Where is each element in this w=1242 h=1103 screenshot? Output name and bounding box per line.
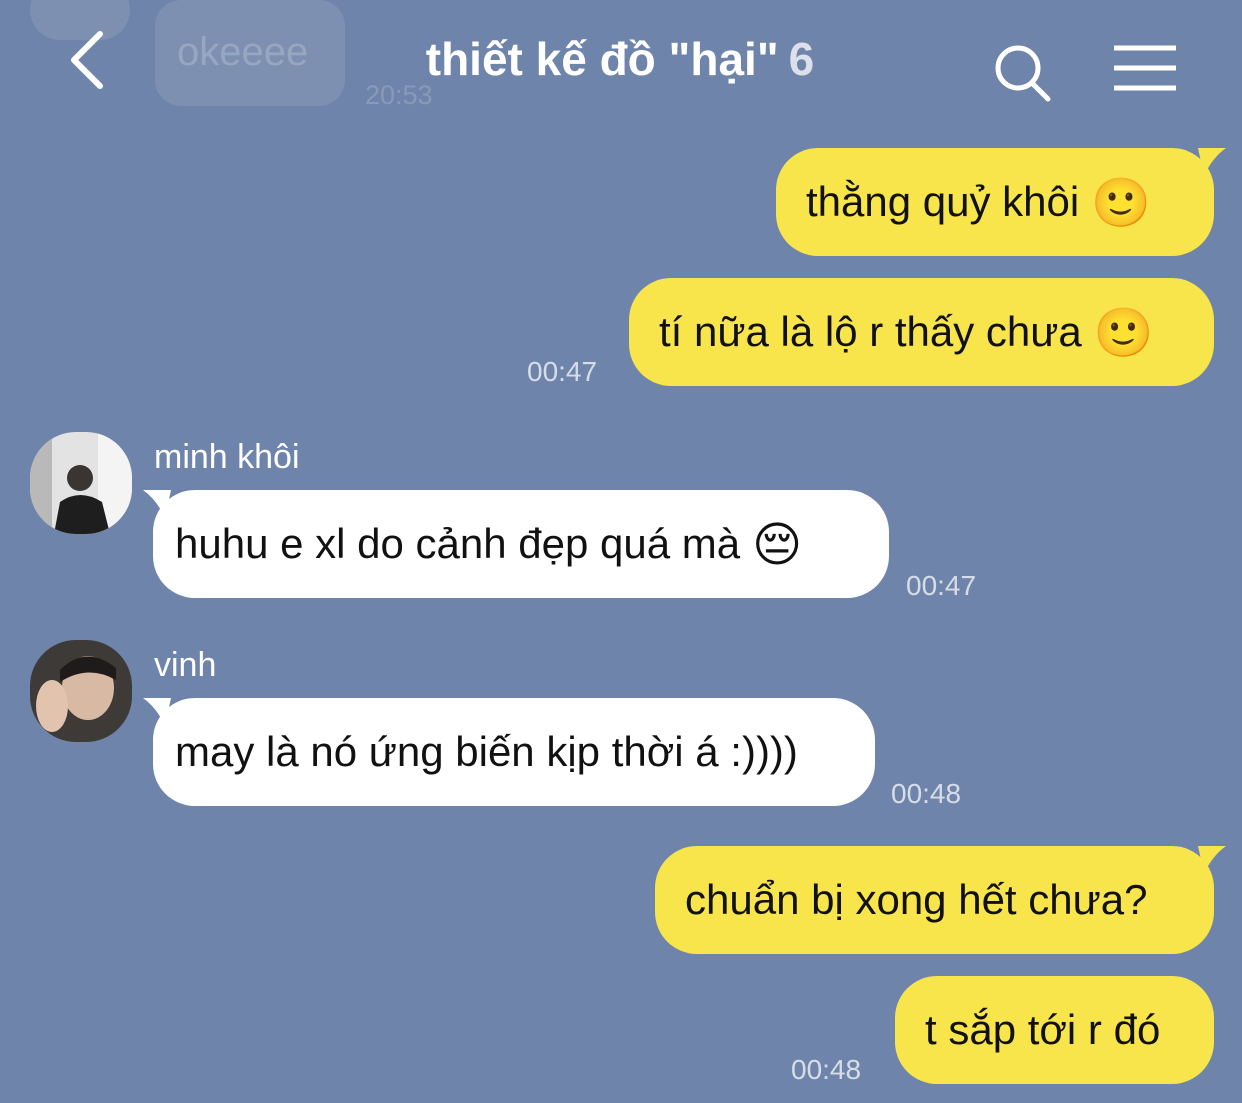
avatar-vinh[interactable]: [30, 640, 132, 742]
message-text: thằng quỷ khôi: [806, 178, 1080, 225]
chat-header: thiết kế đồ "hại" 6: [0, 0, 1242, 130]
message-bubble-mine[interactable]: chuẩn bị xong hết chưa?: [655, 846, 1226, 954]
chat-title[interactable]: thiết kế đồ "hại" 6: [330, 32, 910, 86]
slightly-smiling-emoji: 🙂: [1093, 307, 1154, 360]
pensive-face-emoji: 😔: [752, 519, 803, 572]
chat-title-text: thiết kế đồ "hại": [425, 33, 779, 85]
search-icon: [995, 45, 1051, 102]
avatar-minh-khoi[interactable]: [30, 432, 132, 534]
message-text: t sắp tới r đó: [925, 1006, 1161, 1053]
message-bubble-theirs[interactable]: huhu e xl do cảnh đẹp quá mà 😔: [143, 490, 889, 598]
message-time: 00:48: [791, 1054, 862, 1085]
avatar-image: [30, 640, 132, 742]
message-text: tí nữa là lộ r thấy chưa: [659, 308, 1082, 355]
back-button[interactable]: [60, 28, 120, 92]
message-time: 00:48: [891, 778, 962, 809]
message-bubble-theirs[interactable]: may là nó ứng biến kịp thời á :)))): [143, 698, 875, 806]
message-bubble-mine[interactable]: tí nữa là lộ r thấy chưa 🙂: [629, 278, 1214, 386]
message-time: 00:47: [527, 356, 598, 387]
chevron-left-icon: [71, 31, 103, 89]
sender-name: vinh: [154, 646, 217, 684]
avatar-image: [30, 432, 132, 534]
member-count: 6: [788, 33, 815, 85]
message-bubble-mine[interactable]: thằng quỷ khôi 🙂: [776, 148, 1226, 256]
menu-button[interactable]: [1110, 42, 1182, 96]
message-text: may là nó ứng biến kịp thời á :)))): [175, 728, 798, 775]
message-text: huhu e xl do cảnh đẹp quá mà: [175, 520, 741, 567]
message-time: 00:47: [906, 570, 977, 601]
message-text: chuẩn bị xong hết chưa?: [685, 876, 1148, 923]
menu-icon: [1114, 45, 1176, 91]
slightly-smiling-emoji: 🙂: [1091, 177, 1151, 230]
message-bubble-mine[interactable]: t sắp tới r đó: [895, 976, 1214, 1084]
search-button[interactable]: [990, 40, 1054, 104]
sender-name: minh khôi: [154, 438, 300, 476]
